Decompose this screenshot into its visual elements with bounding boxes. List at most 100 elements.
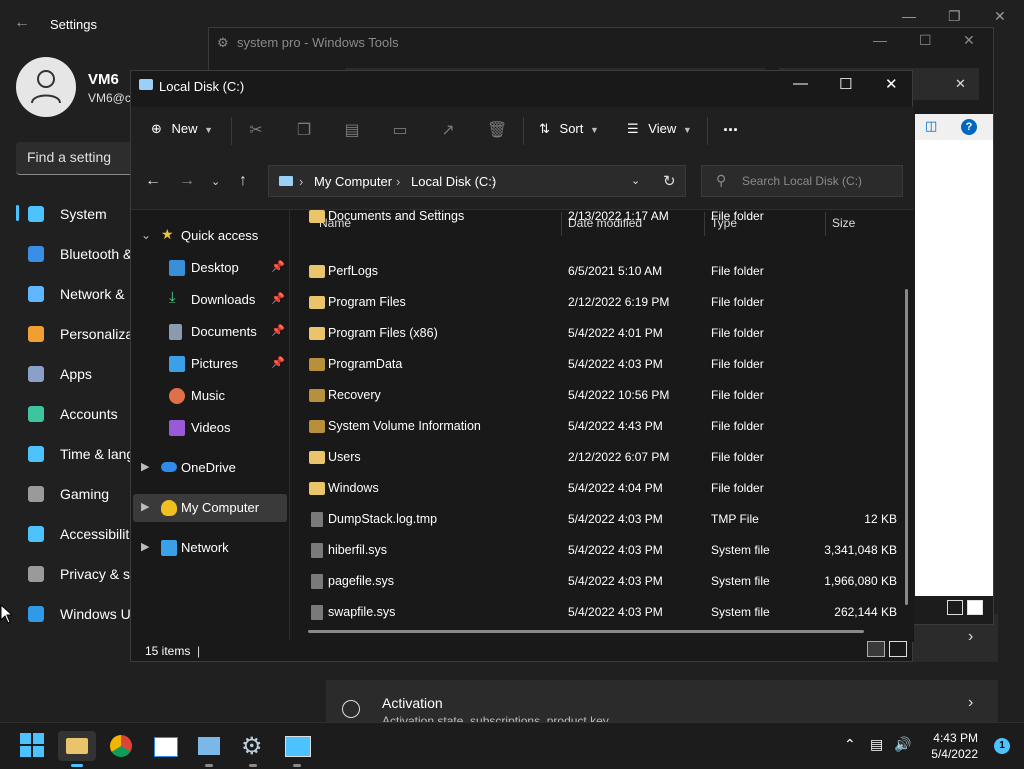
settings-nav-item[interactable]: Accounts <box>16 396 146 432</box>
more-options-button[interactable]: ... <box>723 115 738 136</box>
pin-icon[interactable]: 📌 <box>271 260 285 273</box>
settings-nav-item[interactable]: Gaming <box>16 476 146 512</box>
file-row[interactable]: Recovery 5/4/2022 10:56 PM File folder <box>291 381 891 412</box>
file-row[interactable]: Program Files 2/12/2022 6:19 PM File folde… <box>291 288 891 319</box>
paste-icon[interactable]: ▤ <box>343 120 361 139</box>
expand-chevron-icon[interactable]: ▶ <box>141 500 149 513</box>
back-arrow-icon[interactable]: ← <box>14 14 30 32</box>
taskbar-settings[interactable]: ⚙ <box>238 731 268 767</box>
monitor-icon[interactable]: ▤ <box>870 736 883 753</box>
tiles-view-icon[interactable] <box>889 641 907 657</box>
expand-chevron-icon[interactable]: ▶ <box>141 460 149 473</box>
recent-locations-chevron-icon[interactable]: ⌄ <box>211 175 220 188</box>
nav-item-my-computer[interactable]: ▶ My Computer <box>133 494 287 522</box>
nav-item-network[interactable]: ▶ Network <box>133 534 287 562</box>
details-view-icon[interactable] <box>867 641 885 657</box>
pane-icon[interactable]: ◫ <box>925 118 937 134</box>
new-button[interactable]: ⊕ New ▼ <box>151 121 213 137</box>
horizontal-scrollbar[interactable] <box>308 630 864 633</box>
nav-item-pictures[interactable]: Pictures 📌 <box>133 350 287 378</box>
taskbar-file-explorer[interactable] <box>58 731 96 767</box>
address-dropdown-icon[interactable]: ⌄ <box>631 174 640 187</box>
avatar[interactable] <box>16 57 76 117</box>
forward-arrow-icon[interactable]: → <box>179 172 195 190</box>
close-icon[interactable]: ✕ <box>885 75 898 93</box>
file-name: hiberfil.sys <box>328 543 388 557</box>
expand-chevron-icon[interactable]: ▶ <box>141 540 149 553</box>
activation-card[interactable]: Activation Activation state, subscriptio… <box>326 680 998 722</box>
settings-nav-item[interactable]: Personaliza <box>16 316 146 352</box>
pane-divider[interactable] <box>289 210 290 640</box>
minimize-icon[interactable]: — <box>793 75 808 92</box>
nav-item-music[interactable]: Music <box>133 382 287 410</box>
close-icon[interactable]: ✕ <box>994 8 1006 25</box>
search-input[interactable]: ⚲ Search Local Disk (C:) <box>701 165 903 197</box>
rename-icon[interactable]: ▭ <box>391 120 409 139</box>
breadcrumb-my-computer[interactable]: My Computer <box>314 174 392 189</box>
minimize-icon[interactable]: — <box>873 32 887 48</box>
file-row[interactable]: hiberfil.sys 5/4/2022 4:03 PM System file 3… <box>291 536 897 567</box>
taskbar-photos[interactable] <box>194 731 224 767</box>
expand-chevron-icon[interactable]: ⌄ <box>141 228 151 242</box>
details-view-icon[interactable] <box>947 600 963 615</box>
nav-item-onedrive[interactable]: ▶ OneDrive <box>133 454 287 482</box>
file-row[interactable]: System Volume Information 5/4/2022 4:43 P… <box>291 412 891 443</box>
tools-view-buttons[interactable] <box>947 600 987 616</box>
file-row[interactable]: DumpStack.log.tmp 5/4/2022 4:03 PM TMP Fil… <box>291 505 897 536</box>
nav-item-documents[interactable]: Documents 📌 <box>133 318 287 346</box>
refresh-icon[interactable]: ↻ <box>663 172 676 190</box>
back-arrow-icon[interactable]: ← <box>145 172 161 190</box>
file-row[interactable]: Users 2/12/2022 6:07 PM File folder <box>291 443 891 474</box>
taskbar-chrome[interactable] <box>106 731 136 761</box>
settings-nav-item[interactable]: Accessibilit <box>16 516 146 552</box>
search-close-icon[interactable]: ✕ <box>955 76 966 92</box>
nav-item-downloads[interactable]: ⤓ Downloads 📌 <box>133 286 287 314</box>
file-row[interactable]: pagefile.sys 5/4/2022 4:03 PM System file 1… <box>291 567 897 598</box>
file-row[interactable]: PerfLogs 6/5/2021 5:10 AM File folder <box>291 257 891 288</box>
taskbar-news[interactable] <box>150 731 180 761</box>
file-row[interactable]: ProgramData 5/4/2022 4:03 PM File folder <box>291 350 891 381</box>
vertical-scrollbar[interactable] <box>905 289 908 605</box>
settings-nav-item[interactable]: Time & lang <box>16 436 146 472</box>
file-explorer-window[interactable]: Local Disk (C:) — ☐ ✕ ⊕ New ▼ ✂ ❐ ▤ ▭ ↗ … <box>130 70 914 662</box>
up-arrow-icon[interactable]: ↑ <box>239 172 247 190</box>
notification-badge[interactable]: 1 <box>994 738 1010 754</box>
pin-icon[interactable]: 📌 <box>271 356 285 369</box>
nav-item-videos[interactable]: Videos <box>133 414 287 442</box>
file-row[interactable]: Program Files (x86) 5/4/2022 4:01 PM File … <box>291 319 891 350</box>
maximize-icon[interactable]: ☐ <box>839 75 852 93</box>
file-type: File folder <box>711 295 764 309</box>
sort-button[interactable]: ⇅ Sort ▼ <box>539 121 599 137</box>
file-row[interactable]: Windows 5/4/2022 4:04 PM File folder <box>291 474 891 505</box>
share-icon[interactable]: ↗ <box>439 120 457 139</box>
delete-icon[interactable]: 🗑 <box>487 120 507 139</box>
settings-nav-item[interactable]: Privacy & s <box>16 556 146 592</box>
copy-icon[interactable]: ❐ <box>295 120 313 139</box>
address-bar[interactable]: › My Computer › Local Disk (C:) › ⌄ ↻ <box>268 165 686 197</box>
minimize-icon[interactable]: — <box>902 8 916 24</box>
start-button[interactable] <box>18 731 48 761</box>
settings-nav-item[interactable]: Network & <box>16 276 146 312</box>
view-button[interactable]: ☰ View ▼ <box>627 121 692 137</box>
maximize-icon[interactable]: ☐ <box>919 32 932 49</box>
clock[interactable]: 4:43 PM 5/4/2022 <box>931 731 978 761</box>
file-row[interactable]: Documents and Settings 2/13/2022 1:17 AM F… <box>291 210 891 233</box>
pin-icon[interactable]: 📌 <box>271 324 285 337</box>
restore-icon[interactable]: ❐ <box>948 8 961 25</box>
breadcrumb-local-disk[interactable]: Local Disk (C:) <box>411 174 496 189</box>
settings-nav-item[interactable]: Windows U <box>16 596 146 632</box>
cut-icon[interactable]: ✂ <box>247 120 265 139</box>
tiles-view-icon[interactable] <box>967 600 983 615</box>
settings-nav-item[interactable]: System <box>16 196 146 232</box>
file-row[interactable]: swapfile.sys 5/4/2022 4:03 PM System file 2… <box>291 598 897 629</box>
chevron-up-icon[interactable]: ⌃ <box>844 736 856 753</box>
volume-icon[interactable]: 🔊 <box>894 736 911 753</box>
taskbar-windows-tools[interactable] <box>282 731 312 767</box>
settings-nav-item[interactable]: Bluetooth & <box>16 236 146 272</box>
nav-item-desktop[interactable]: Desktop 📌 <box>133 254 287 282</box>
nav-item-quick-access[interactable]: ⌄ ★ Quick access <box>133 222 287 250</box>
help-icon[interactable]: ? <box>961 119 977 135</box>
pin-icon[interactable]: 📌 <box>271 292 285 305</box>
close-icon[interactable]: ✕ <box>963 32 975 49</box>
settings-nav-item[interactable]: Apps <box>16 356 146 392</box>
